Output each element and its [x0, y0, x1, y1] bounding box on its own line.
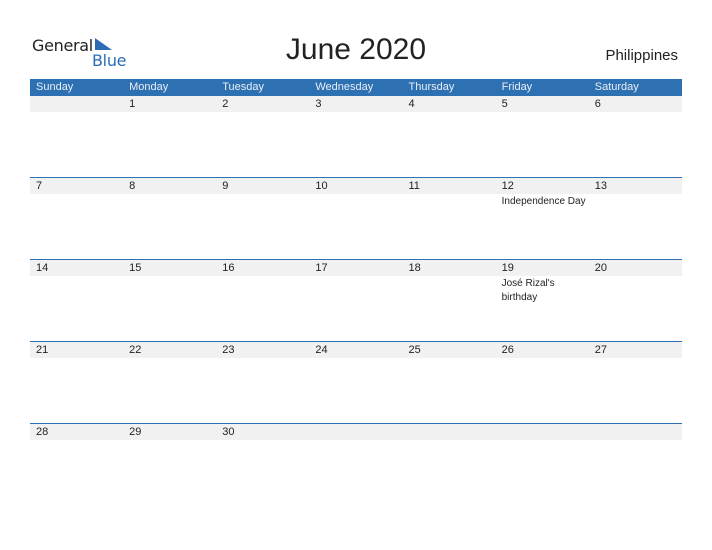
day-number: 18 — [408, 262, 421, 274]
day-number: 2 — [222, 98, 229, 110]
day-number: 20 — [594, 262, 607, 274]
weekday-monday: Monday — [129, 81, 169, 93]
holiday-event: Independence Day — [501, 196, 586, 207]
day-cell: 2 — [216, 96, 309, 112]
weeks-container: 1 2 3 4 5 6 7 8 9 10 11 12 Independence Day 13 14 15 16 1… — [30, 96, 682, 505]
day-cell: 26 — [496, 342, 589, 358]
day-cell: 3 — [309, 96, 402, 112]
day-cell: 28 — [30, 424, 123, 440]
day-cell: 27 — [589, 342, 682, 358]
calendar-grid: Sunday Monday Tuesday Wednesday Thursday… — [30, 79, 682, 505]
day-cell: 14 — [30, 260, 123, 305]
day-number: 7 — [36, 180, 43, 192]
day-cell: 19 José Rizal's birthday — [496, 260, 589, 305]
day-number: 5 — [501, 98, 508, 110]
day-cell — [30, 96, 123, 112]
day-cell: 25 — [403, 342, 496, 358]
day-cell: 23 — [216, 342, 309, 358]
day-number: 26 — [501, 344, 514, 356]
holiday-event: José Rizal's birthday — [501, 278, 555, 303]
weekday-thursday: Thursday — [408, 81, 455, 93]
day-cell — [496, 424, 589, 440]
day-cell: 8 — [123, 178, 216, 209]
day-number — [409, 424, 496, 440]
day-cell: 29 — [123, 424, 216, 440]
day-number: 8 — [129, 180, 136, 192]
day-number: 10 — [315, 180, 328, 192]
week-cells: 14 15 16 17 18 19 José Rizal's birthday 20 — [30, 260, 682, 305]
day-number: 23 — [222, 344, 235, 356]
day-cell: 11 — [403, 178, 496, 209]
weekday-wednesday: Wednesday — [315, 81, 374, 93]
day-number: 19 — [501, 262, 514, 274]
week-cells: 1 2 3 4 5 6 — [30, 96, 682, 112]
day-number: 29 — [129, 426, 142, 438]
day-number: 25 — [408, 344, 421, 356]
day-number: 24 — [315, 344, 328, 356]
day-number: 15 — [129, 262, 142, 274]
week-row: 21 22 23 24 25 26 27 — [30, 341, 682, 423]
weekday-friday: Friday — [501, 81, 533, 93]
day-number: 16 — [222, 262, 235, 274]
day-cell — [589, 424, 682, 440]
week-row: 1 2 3 4 5 6 — [30, 96, 682, 177]
day-number — [315, 424, 402, 440]
day-cell: 4 — [403, 96, 496, 112]
day-number: 30 — [222, 426, 235, 438]
day-cell: 13 — [589, 178, 682, 209]
weekday-sunday: Sunday — [36, 81, 74, 93]
week-row: 28 29 30 — [30, 423, 682, 505]
day-cell: 12 Independence Day — [496, 178, 589, 209]
day-cell: 22 — [123, 342, 216, 358]
day-number: 27 — [594, 344, 607, 356]
day-number: 11 — [408, 180, 420, 192]
day-cell: 17 — [309, 260, 402, 305]
day-number: 1 — [129, 98, 136, 110]
weekday-header: Sunday Monday Tuesday Wednesday Thursday… — [30, 79, 682, 96]
day-cell: 21 — [30, 342, 123, 358]
day-number: 13 — [594, 180, 607, 192]
day-cell: 1 — [123, 96, 216, 112]
country-label: Philippines — [605, 47, 678, 64]
day-cell: 20 — [589, 260, 682, 305]
day-number: 4 — [408, 98, 415, 110]
day-cell — [403, 424, 496, 440]
day-number: 22 — [129, 344, 142, 356]
day-cell: 7 — [30, 178, 123, 209]
day-number — [502, 424, 589, 440]
week-row: 7 8 9 10 11 12 Independence Day 13 — [30, 177, 682, 259]
week-cells: 21 22 23 24 25 26 27 — [30, 342, 682, 358]
day-number: 3 — [315, 98, 322, 110]
day-cell: 6 — [589, 96, 682, 112]
day-number — [36, 96, 123, 112]
day-number: 12 — [501, 180, 514, 192]
day-number: 28 — [36, 426, 49, 438]
day-cell: 9 — [216, 178, 309, 209]
day-number: 17 — [315, 262, 328, 274]
day-cell — [309, 424, 402, 440]
day-number: 14 — [36, 262, 49, 274]
week-cells: 28 29 30 — [30, 424, 682, 440]
day-cell: 5 — [496, 96, 589, 112]
weekday-tuesday: Tuesday — [222, 81, 265, 93]
day-cell: 30 — [216, 424, 309, 440]
day-cell: 16 — [216, 260, 309, 305]
day-cell: 18 — [403, 260, 496, 305]
day-cell: 24 — [309, 342, 402, 358]
week-row: 14 15 16 17 18 19 José Rizal's birthday 20 — [30, 259, 682, 341]
day-number: 9 — [222, 180, 229, 192]
day-number: 6 — [594, 98, 601, 110]
day-number — [595, 424, 682, 440]
day-number: 21 — [36, 344, 49, 356]
weekday-saturday: Saturday — [594, 81, 639, 93]
day-cell: 10 — [309, 178, 402, 209]
day-cell: 15 — [123, 260, 216, 305]
week-cells: 7 8 9 10 11 12 Independence Day 13 — [30, 178, 682, 209]
